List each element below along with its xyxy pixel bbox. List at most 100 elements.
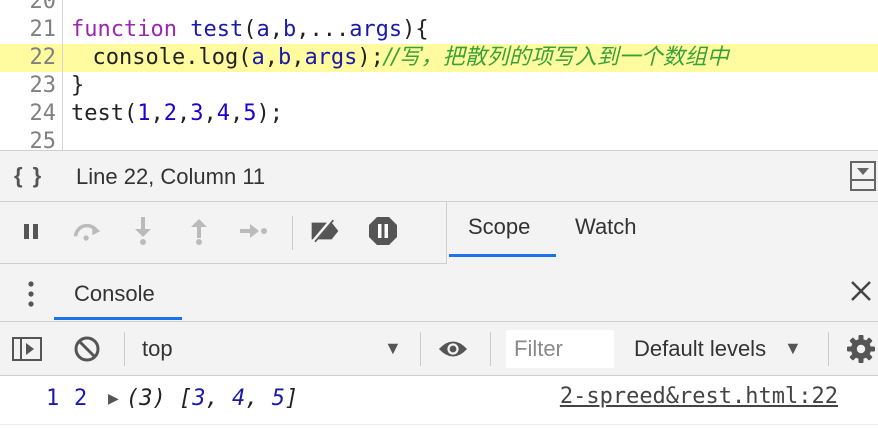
gutter-divider bbox=[62, 128, 63, 150]
log-value-a: 1 bbox=[46, 386, 60, 411]
close-icon[interactable] bbox=[848, 278, 874, 304]
number-literal: 5 bbox=[243, 101, 257, 126]
code-comment: //写，把散列的项写入到一个数组中 bbox=[383, 45, 729, 70]
gutter-divider bbox=[62, 44, 63, 72]
punctuation: , bbox=[264, 45, 278, 70]
array-close: ] bbox=[284, 386, 299, 411]
punctuation: , bbox=[229, 101, 244, 126]
step-over-icon[interactable] bbox=[72, 216, 102, 246]
code-line[interactable]: 23 } bbox=[0, 72, 878, 100]
gutter-divider bbox=[62, 0, 63, 16]
line-number: 24 bbox=[29, 101, 57, 126]
editor-status-bar: { } Line 22, Column 11 bbox=[0, 150, 878, 202]
array-length: (3) [ bbox=[126, 386, 193, 411]
number-literal: 4 bbox=[216, 101, 230, 126]
code-line-highlighted[interactable]: 22 console.log(a,b,args);//写，把散列的项写入到一个数… bbox=[0, 44, 878, 72]
toolbar-divider bbox=[490, 332, 491, 366]
code-text: } bbox=[71, 73, 85, 98]
chevron-down-icon[interactable]: ▼ bbox=[384, 338, 402, 359]
filter-input[interactable] bbox=[506, 330, 614, 368]
console-toolbar: top ▼ Default levels ▼ bbox=[0, 322, 878, 376]
gear-icon[interactable] bbox=[846, 334, 876, 364]
punctuation: ,... bbox=[296, 17, 350, 42]
toggle-debugger-icon[interactable] bbox=[850, 161, 876, 191]
tab-console[interactable]: Console bbox=[74, 281, 155, 307]
param: args bbox=[304, 45, 358, 70]
toolbar-divider bbox=[124, 332, 125, 366]
tab-scope[interactable]: Scope bbox=[468, 214, 530, 240]
param: a bbox=[251, 45, 265, 70]
code-editor[interactable]: 20 21 function test(a,b,...args){ 22 con… bbox=[0, 0, 878, 150]
toolbar-divider bbox=[828, 332, 829, 366]
live-expression-eye-icon[interactable] bbox=[438, 334, 468, 364]
expand-triangle-icon[interactable]: ▶ bbox=[108, 390, 119, 407]
step-icon[interactable] bbox=[238, 216, 268, 246]
punctuation: ){ bbox=[402, 17, 429, 42]
active-tab-indicator bbox=[54, 317, 182, 320]
cursor-position: Line 22, Column 11 bbox=[76, 164, 266, 189]
code-text: test(1,2,3,4,5); bbox=[71, 100, 283, 128]
clear-console-icon[interactable] bbox=[72, 334, 102, 364]
pause-icon[interactable] bbox=[16, 216, 46, 246]
tab-watch[interactable]: Watch bbox=[575, 214, 637, 240]
toolbar-divider bbox=[292, 216, 293, 250]
pretty-print-button[interactable]: { } bbox=[14, 163, 43, 189]
code-line[interactable]: 24 test(1,2,3,4,5); bbox=[0, 100, 878, 128]
log-levels-dropdown[interactable]: Default levels bbox=[634, 336, 766, 362]
show-sidebar-icon[interactable] bbox=[12, 334, 42, 364]
punctuation: ); bbox=[357, 45, 384, 70]
array-item: 5 bbox=[271, 386, 285, 411]
filter-field[interactable] bbox=[506, 330, 614, 368]
debugger-toolbar: Scope Watch bbox=[0, 202, 878, 264]
code-line[interactable]: 21 function test(a,b,...args){ bbox=[0, 16, 878, 44]
gutter-divider bbox=[62, 16, 63, 44]
param: args bbox=[349, 17, 403, 42]
punctuation: , bbox=[150, 101, 164, 126]
punctuation: , bbox=[269, 17, 283, 42]
sidebar-tabs: Scope Watch bbox=[446, 202, 878, 264]
punctuation: , bbox=[203, 101, 217, 126]
array-preview[interactable]: (3) [3, 4, 5] bbox=[126, 386, 298, 411]
line-number: 20 bbox=[29, 0, 57, 14]
console-output: 1 2 ▶ (3) [3, 4, 5] 2-spreed&rest.html:2… bbox=[0, 376, 878, 428]
punctuation: ); bbox=[256, 101, 283, 126]
gutter-divider bbox=[62, 72, 63, 100]
code-line[interactable]: 25 bbox=[0, 128, 878, 150]
toolbar-divider bbox=[420, 332, 421, 366]
more-tools-icon[interactable] bbox=[24, 278, 38, 310]
code-token: console.log( bbox=[66, 45, 252, 70]
console-message[interactable]: 1 2 ▶ (3) [3, 4, 5] 2-spreed&rest.html:2… bbox=[0, 376, 878, 425]
number-literal: 1 bbox=[137, 101, 151, 126]
deactivate-breakpoints-icon[interactable] bbox=[310, 216, 340, 246]
step-into-icon[interactable] bbox=[128, 216, 158, 246]
line-number: 21 bbox=[29, 17, 57, 42]
source-link[interactable]: 2-spreed&rest.html:22 bbox=[560, 384, 838, 409]
number-literal: 3 bbox=[190, 101, 204, 126]
chevron-down-icon[interactable]: ▼ bbox=[784, 338, 802, 359]
param: b bbox=[282, 17, 297, 42]
line-number: 22 bbox=[29, 45, 57, 70]
array-item: 4 bbox=[231, 386, 246, 411]
step-out-icon[interactable] bbox=[184, 216, 214, 246]
keyword: function bbox=[71, 17, 177, 42]
line-number: 25 bbox=[29, 129, 57, 150]
drawer-tab-bar: Console bbox=[0, 264, 878, 322]
function-name: test bbox=[176, 17, 244, 42]
gutter-divider bbox=[62, 100, 63, 128]
code-line[interactable]: 20 bbox=[0, 0, 878, 16]
active-tab-indicator bbox=[449, 254, 556, 257]
param: a bbox=[256, 17, 270, 42]
log-value-b: 2 bbox=[74, 386, 88, 411]
context-selector[interactable]: top bbox=[142, 336, 173, 362]
code-text: console.log(a,b,args);//写，把散列的项写入到一个数组中 bbox=[66, 44, 729, 72]
pause-on-exceptions-icon[interactable] bbox=[368, 216, 398, 246]
array-item: 3 bbox=[192, 386, 206, 411]
code-token: test( bbox=[71, 101, 138, 126]
number-literal: 2 bbox=[163, 101, 177, 126]
code-text: function test(a,b,...args){ bbox=[71, 16, 429, 44]
punctuation: , bbox=[291, 45, 305, 70]
punctuation: , bbox=[176, 101, 191, 126]
punctuation: ( bbox=[243, 17, 257, 42]
param: b bbox=[277, 45, 292, 70]
line-number: 23 bbox=[29, 73, 57, 98]
